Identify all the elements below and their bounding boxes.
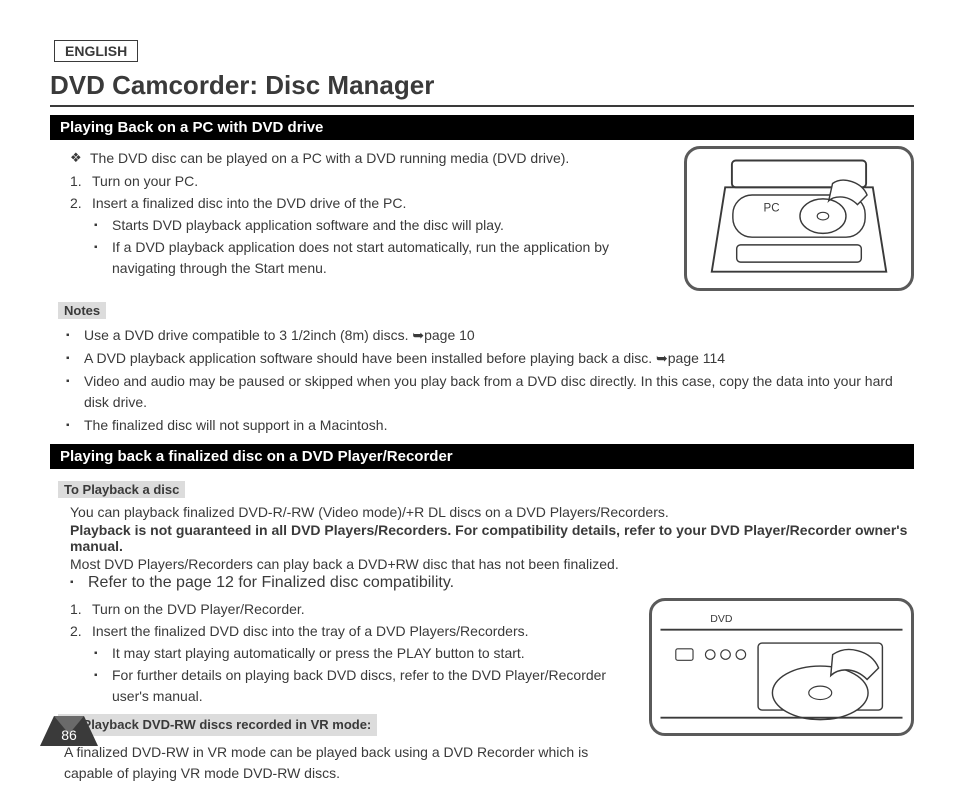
step-number: 2. [70,193,92,214]
paragraph-bold: Playback is not guaranteed in all DVD Pl… [70,522,914,554]
square-bullet-icon: ▪ [70,574,88,592]
square-bullet-icon: ▪ [94,643,112,664]
pc-illustration: PC [684,146,914,296]
step-text: Insert the finalized DVD disc into the t… [92,621,639,642]
step-text: Turn on your PC. [92,171,674,192]
step-number: 1. [70,171,92,192]
square-bullet-icon: ▪ [94,237,112,279]
paragraph: A finalized DVD-RW in VR mode can be pla… [64,742,639,784]
sub-bullet-text: Starts DVD playback application software… [112,215,674,236]
bullet-text: Refer to the page 12 for Finalized disc … [88,574,914,592]
sub-heading-vr-mode: To Playback DVD-RW discs recorded in VR … [58,714,377,736]
step-number: 2. [70,621,92,642]
section1-body: ❖ The DVD disc can be played on a PC wit… [50,146,674,296]
page-number-badge: 86 [40,714,98,746]
square-bullet-icon: ▪ [94,665,112,707]
note-text: A DVD playback application software shou… [84,348,914,369]
note-text: Video and audio may be paused or skipped… [84,371,914,413]
diamond-bullet-icon: ❖ [70,148,90,169]
language-badge: ENGLISH [54,40,138,62]
sub-bullet-text: It may start playing automatically or pr… [112,643,639,664]
pc-label: PC [764,202,780,214]
note-text: Use a DVD drive compatible to 3 1/2inch … [84,325,914,346]
note-text: The finalized disc will not support in a… [84,415,914,436]
square-bullet-icon: ▪ [66,348,84,369]
section2-heading: Playing back a finalized disc on a DVD P… [50,444,914,469]
square-bullet-icon: ▪ [66,415,84,436]
square-bullet-icon: ▪ [66,325,84,346]
step-number: 1. [70,599,92,620]
step-text: Insert a finalized disc into the DVD dri… [92,193,674,214]
svg-text:86: 86 [61,727,77,743]
square-bullet-icon: ▪ [94,215,112,236]
sub-bullet-text: For further details on playing back DVD … [112,665,639,707]
paragraph: You can playback finalized DVD-R/-RW (Vi… [70,504,914,520]
sub-heading-playback-disc: To Playback a disc [58,481,185,498]
notes-label: Notes [58,302,106,319]
intro-text: The DVD disc can be played on a PC with … [90,148,674,169]
section1-heading: Playing Back on a PC with DVD drive [50,115,914,140]
dvd-player-illustration: DVD [649,598,914,786]
paragraph: Most DVD Players/Recorders can play back… [70,556,914,572]
section2-body: 1.Turn on the DVD Player/Recorder. 2.Ins… [50,598,639,786]
sub-bullet-text: If a DVD playback application does not s… [112,237,674,279]
step-text: Turn on the DVD Player/Recorder. [92,599,639,620]
square-bullet-icon: ▪ [66,371,84,413]
page-title: DVD Camcorder: Disc Manager [50,70,914,107]
notes-list: ▪Use a DVD drive compatible to 3 1/2inch… [50,325,914,436]
dvd-label: DVD [710,613,733,625]
